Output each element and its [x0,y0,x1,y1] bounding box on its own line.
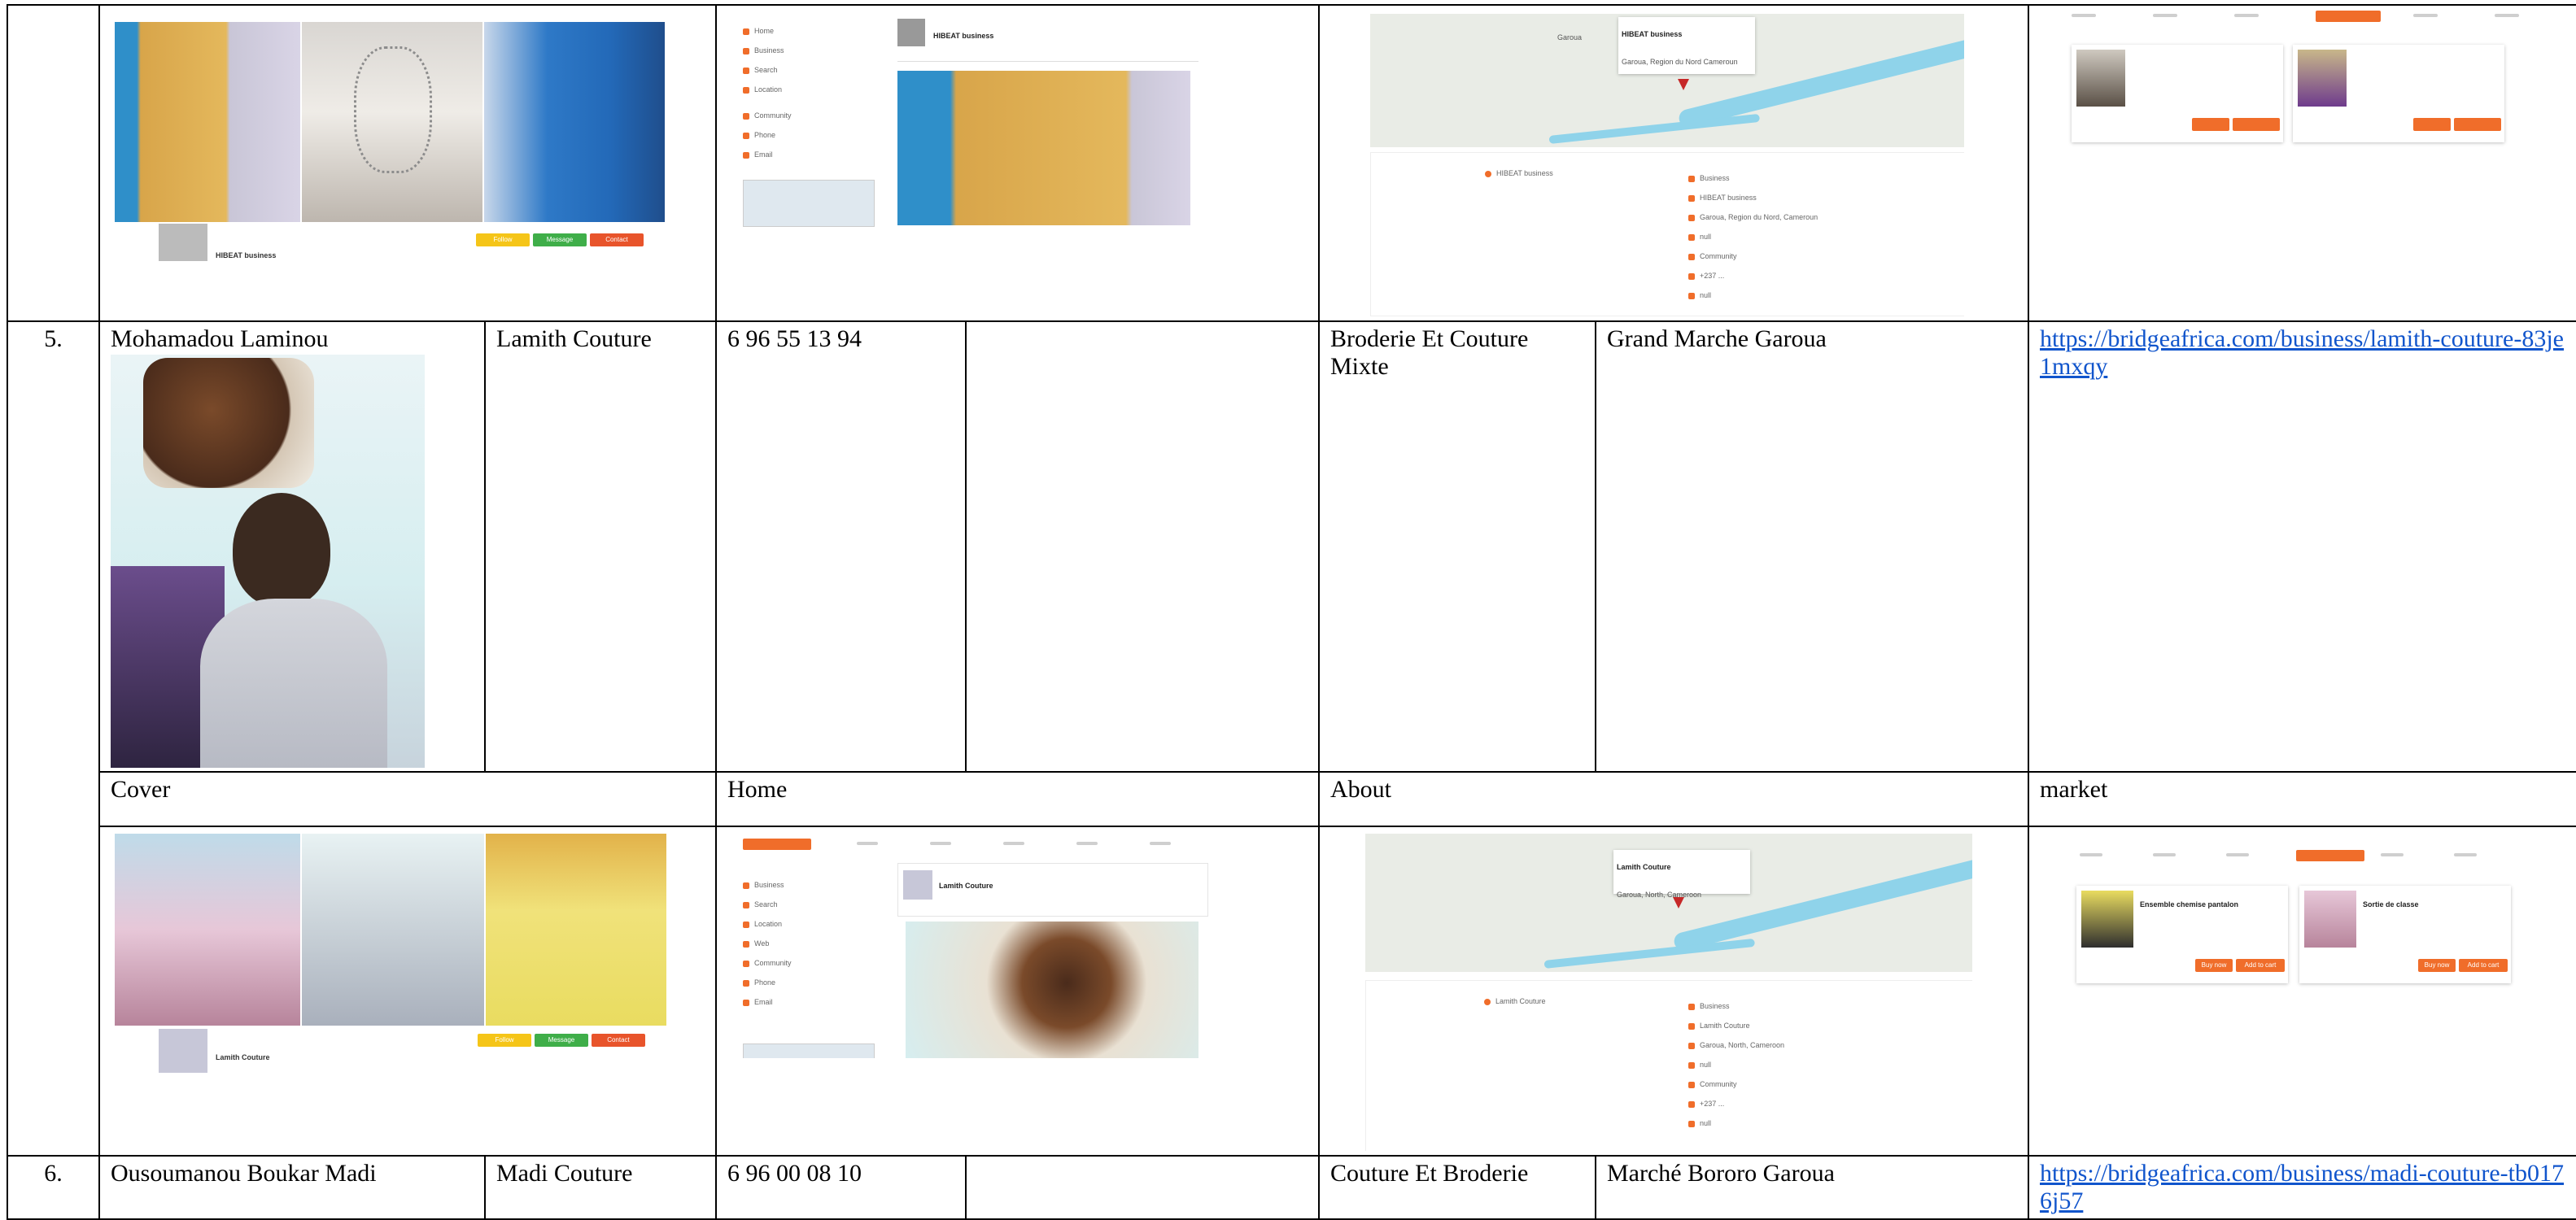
product-title: Ensemble chemise pantalon [2140,900,2239,908]
follow-button[interactable]: Follow [476,233,530,246]
about-map[interactable]: HIBEAT business Garoua, Region du Nord C… [1370,14,1964,147]
empty-cell [965,1155,1320,1220]
about-item-community: Community [1700,252,1737,260]
about-item-name: Lamith Couture [1700,1022,1750,1030]
map-popup-title: HIBEAT business [1622,30,1683,38]
about-item-category: Business [1700,174,1730,182]
home-business-name: HIBEAT business [933,32,994,40]
label-about: About [1318,771,2029,827]
section-labels-row: Cover Home About market [7,771,2576,827]
owner-cell: Mohamadou Laminou [98,320,486,773]
about-item-phone: +237 ... [1700,1100,1725,1108]
category: Couture Et Broderie [1318,1155,1596,1220]
label-market: market [2028,771,2576,827]
about-map[interactable]: Lamith Couture Garoua, North, Cameroon [1365,834,1972,972]
table-row: 5. Mohamadou Laminou Lamith Couture 6 96… [7,320,2576,1157]
product-card[interactable]: Ensemble chemise pantalon Buy now Add to… [2076,886,2288,983]
add-to-cart-button[interactable]: Add to cart [2459,959,2508,972]
about-item-email: null [1700,291,1712,299]
label-cover: Cover [98,771,717,827]
buy-now-button[interactable]: Buy now [2418,959,2456,972]
business-directory-table: HIBEAT business Follow Message Contact H… [7,4,2576,1220]
row-number: 6. [7,1155,100,1220]
about-screenshot: Lamith Couture Garoua, North, Cameroon L… [1318,826,2029,1157]
business-link[interactable]: https://bridgeafrica.com/business/madi-c… [2040,1160,2564,1214]
link-cell: https://bridgeafrica.com/business/madi-c… [2028,1155,2576,1220]
contact-button[interactable]: Contact [590,233,644,246]
follow-button[interactable]: Follow [478,1034,531,1047]
add-to-cart-button[interactable]: Add to cart [2236,959,2285,972]
phone-number: 6 96 55 13 94 [715,320,967,773]
category: Broderie Et Couture Mixte [1318,320,1596,773]
about-item-address: Garoua, North, Cameroon [1700,1041,1785,1049]
phone-number: 6 96 00 08 10 [715,1155,967,1220]
about-business-name: HIBEAT business [1496,169,1553,177]
about-item-email: null [1700,1119,1712,1127]
embroidery-pattern-icon [354,46,432,173]
about-business-name: Lamith Couture [1495,997,1546,1005]
about-item-category: Business [1700,1002,1730,1010]
about-item-phone: +237 ... [1700,272,1725,280]
map-town-label: Garoua [1557,33,1583,41]
about-item-web: null [1700,233,1712,241]
owner-photo [111,355,425,768]
row-number-cell [7,4,100,322]
buy-now-button[interactable]: Buy now [2195,959,2233,972]
business-link[interactable]: https://bridgeafrica.com/business/lamith… [2040,325,2564,380]
map-pin-icon [1673,897,1684,908]
business-name: Lamith Couture [484,320,717,773]
market-screenshot: Ensemble chemise pantalon Buy now Add to… [2028,826,2576,1157]
map-popup-title: Lamith Couture [1617,863,1671,871]
owner-name: Ousoumanou Boukar Madi [98,1155,486,1220]
about-item-name: HIBEAT business [1700,194,1757,202]
map-popup-subtitle: Garoua, Region du Nord Cameroun [1622,58,1738,66]
cover-business-name: Lamith Couture [216,1053,270,1061]
about-item-address: Garoua, Region du Nord, Cameroun [1700,213,1818,221]
message-button[interactable]: Message [533,233,587,246]
label-home: Home [715,771,1320,827]
about-item-community: Community [1700,1080,1737,1088]
map-pin-icon [1678,79,1689,90]
contact-button[interactable]: Contact [592,1034,645,1047]
row-number: 5. [7,320,100,1157]
about-screenshot: HIBEAT business Garoua, Region du Nord C… [1318,4,2029,322]
business-name: Madi Couture [484,1155,717,1220]
owner-name: Mohamadou Laminou [111,325,329,352]
location: Grand Marche Garoua [1595,320,2029,773]
product-card[interactable]: Sortie de classe Buy now Add to cart [2299,886,2511,983]
product-title: Sortie de classe [2363,900,2419,908]
market-screenshot [2028,4,2576,322]
empty-cell [965,320,1320,773]
location: Marché Bororo Garoua [1595,1155,2029,1220]
screenshot-row-previous: HIBEAT business Follow Message Contact H… [7,4,2576,322]
screenshot-row: Lamith Couture Follow Message Contact Bu… [7,826,2576,1157]
cover-business-name: HIBEAT business [216,251,277,259]
about-item-web: null [1700,1061,1712,1069]
cover-screenshot: HIBEAT business Follow Message Contact [98,4,717,322]
home-business-name: Lamith Couture [939,882,993,890]
cover-screenshot: Lamith Couture Follow Message Contact [98,826,717,1157]
message-button[interactable]: Message [535,1034,588,1047]
table-row: 6. Ousoumanou Boukar Madi Madi Couture 6… [7,1155,2576,1220]
link-cell: https://bridgeafrica.com/business/lamith… [2028,320,2576,773]
home-screenshot: Business Search Location Web Community P… [715,826,1320,1157]
home-screenshot: Home Business Search Location Community … [715,4,1320,322]
